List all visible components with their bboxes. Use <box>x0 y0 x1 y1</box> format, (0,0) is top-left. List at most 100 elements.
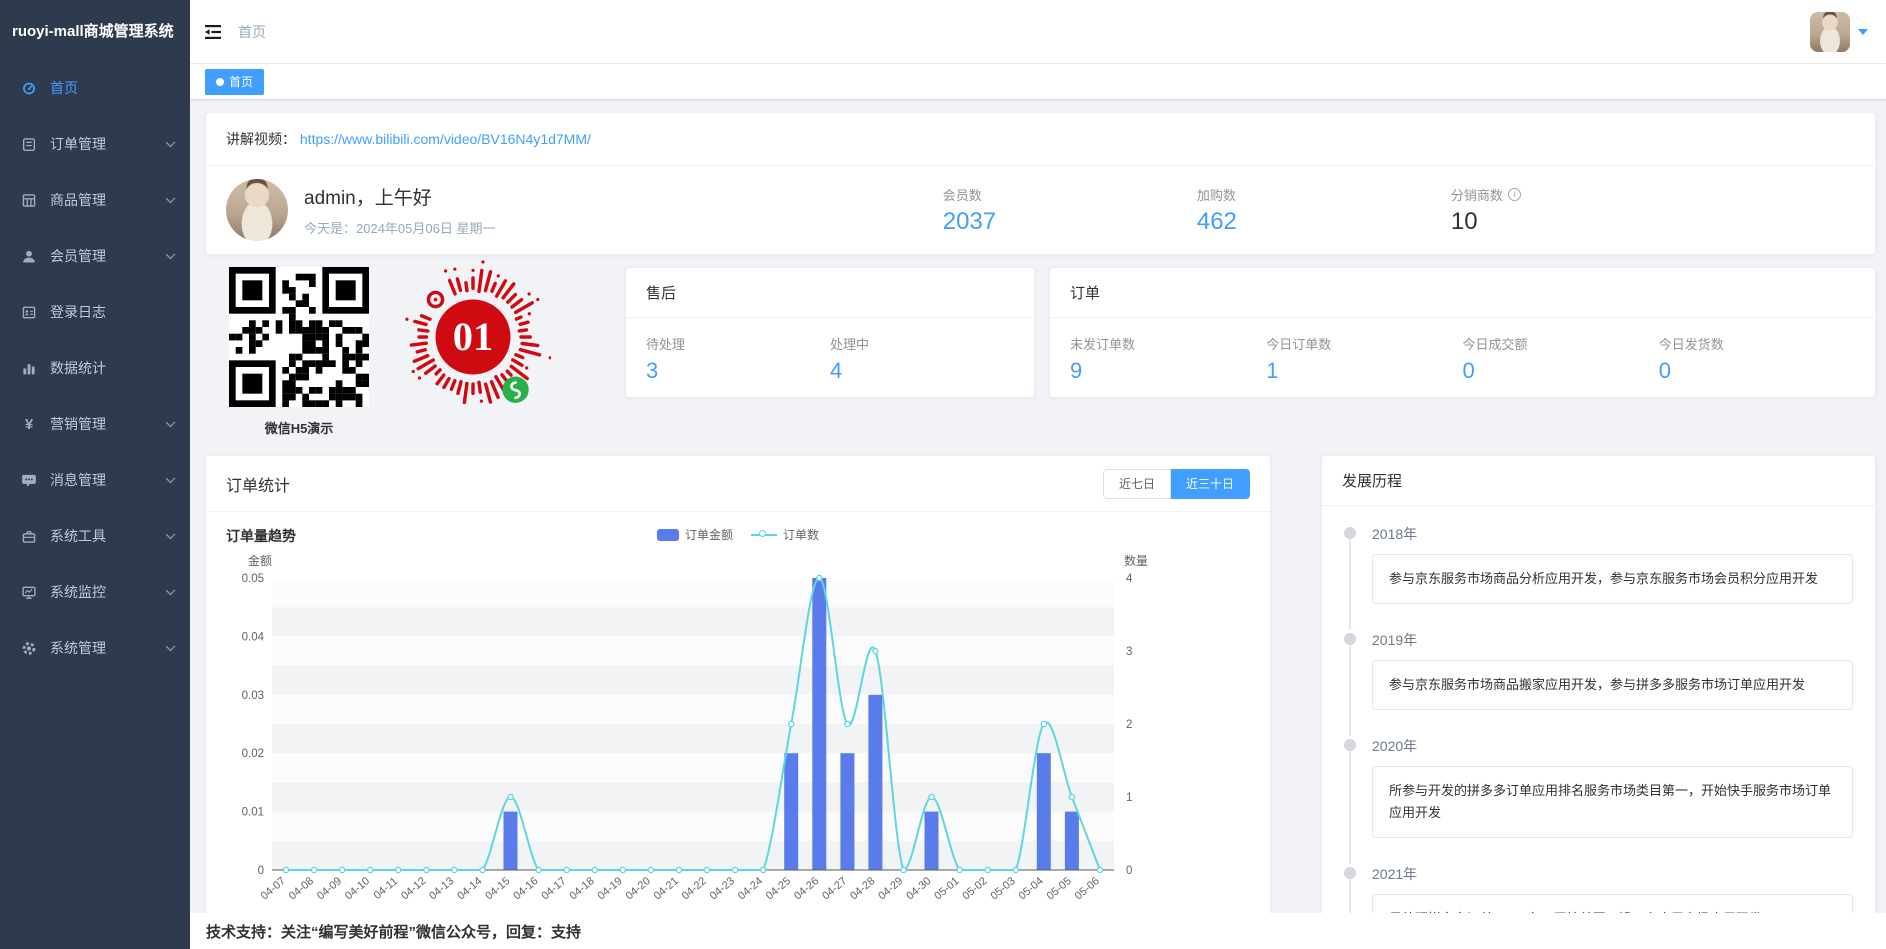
login-log-icon <box>20 304 38 320</box>
history-card: 发展历程 2018年参与京东服务市场商品分析应用开发，参与京东服务市场会员积分应… <box>1321 455 1876 913</box>
tab-home[interactable]: 首页 <box>205 69 264 95</box>
h5-qr-caption: 微信H5演示 <box>229 418 369 437</box>
bilibili-video-link[interactable]: https://www.bilibili.com/video/BV16N4y1d… <box>300 131 591 147</box>
sidebar-item-login-log[interactable]: 登录日志 <box>0 284 190 340</box>
sidebar-item-system-tools[interactable]: 系统工具 <box>0 508 190 564</box>
svg-text:2: 2 <box>1126 719 1132 731</box>
sidebar-item-marketing[interactable]: ¥营销管理 <box>0 396 190 452</box>
timeline-item-2018年: 2018年参与京东服务市场商品分析应用开发，参与京东服务市场会员积分应用开发 <box>1344 524 1853 604</box>
svg-text:4: 4 <box>1126 573 1133 585</box>
svg-text:04-10: 04-10 <box>343 875 372 902</box>
svg-text:04-11: 04-11 <box>372 875 401 902</box>
sidebar-item-label: 系统监控 <box>50 582 165 602</box>
dashboard-icon <box>20 80 38 96</box>
orders-title: 订单 <box>1050 268 1875 318</box>
sidebar-item-label: 订单管理 <box>50 134 165 154</box>
chevron-down-icon <box>165 645 176 652</box>
svg-text:04-18: 04-18 <box>567 875 596 902</box>
aftersale-title: 售后 <box>626 268 1034 318</box>
legend-item-line[interactable]: 订单数 <box>751 526 819 543</box>
timeline-text: 参与京东服务市场商品分析应用开发，参与京东服务市场会员积分应用开发 <box>1372 554 1853 604</box>
stats-row: 会员数2037加购数462分销商数i10 <box>943 185 1855 236</box>
svg-text:04-12: 04-12 <box>399 875 428 902</box>
member-icon <box>20 248 38 264</box>
svg-text:04-26: 04-26 <box>792 875 821 902</box>
metric-今日成交额: 今日成交额0 <box>1463 334 1659 384</box>
order-trend-chart: 金额数量00.010.020.030.040.050123404-0704-08… <box>226 552 1250 913</box>
sidebar-item-products[interactable]: 商品管理 <box>0 172 190 228</box>
svg-text:04-20: 04-20 <box>624 875 653 902</box>
tab-home-label: 首页 <box>229 73 253 90</box>
sidebar: ruoyi-mall商城管理系统 首页订单管理商品管理会员管理登录日志数据统计¥… <box>0 0 190 949</box>
svg-text:04-15: 04-15 <box>483 875 512 902</box>
row-qr-service: 微信H5演示 01 售后 待处理3处理中4 订单 未发订单数9今日订单数1今日成… <box>205 267 1876 437</box>
statistics-icon <box>20 360 38 376</box>
wechat-miniprogram-code: 01 <box>395 259 551 420</box>
chevron-down-icon <box>165 253 176 260</box>
chevron-down-icon <box>165 477 176 484</box>
legend-label: 订单数 <box>783 526 819 543</box>
sidebar-item-system[interactable]: 系统管理 <box>0 620 190 676</box>
tab-active-dot-icon <box>216 78 224 86</box>
range-button-近三十日[interactable]: 近三十日 <box>1171 469 1250 499</box>
svg-text:0: 0 <box>1126 865 1132 877</box>
sidebar-item-orders[interactable]: 订单管理 <box>0 116 190 172</box>
footer-text: 技术支持：关注“编写美好前程”微信公众号，回复：支持 <box>206 921 581 942</box>
sidebar-item-messages[interactable]: 消息管理 <box>0 452 190 508</box>
svg-text:04-22: 04-22 <box>680 875 709 902</box>
metric-label: 今日发货数 <box>1659 334 1855 353</box>
info-icon[interactable]: i <box>1508 188 1521 201</box>
sidebar-item-members[interactable]: 会员管理 <box>0 228 190 284</box>
history-timeline: 2018年参与京东服务市场商品分析应用开发，参与京东服务市场会员积分应用开发 20… <box>1322 506 1875 913</box>
app-logo: ruoyi-mall商城管理系统 <box>0 0 190 60</box>
orders-card: 订单 未发订单数9今日订单数1今日成交额0今日发货数0 <box>1049 267 1876 398</box>
user-row: admin，上午好 今天是：2024年05月06日 星期一 会员数2037加购数… <box>206 166 1875 254</box>
app-root: ruoyi-mall商城管理系统 首页订单管理商品管理会员管理登录日志数据统计¥… <box>0 0 1886 949</box>
svg-text:05-03: 05-03 <box>988 875 1017 902</box>
welcome-card: 讲解视频： https://www.bilibili.com/video/BV1… <box>205 112 1876 255</box>
sidebar-item-home[interactable]: 首页 <box>0 60 190 116</box>
notice-label: 讲解视频： <box>226 131 296 147</box>
svg-text:金额: 金额 <box>248 553 272 568</box>
range-button-近七日[interactable]: 近七日 <box>1103 469 1171 499</box>
metric-今日订单数: 今日订单数1 <box>1266 334 1462 384</box>
svg-text:04-16: 04-16 <box>511 875 540 902</box>
legend-item-bar[interactable]: 订单金额 <box>657 526 733 543</box>
svg-text:04-28: 04-28 <box>848 875 877 902</box>
svg-text:3: 3 <box>1126 646 1132 658</box>
svg-text:05-02: 05-02 <box>960 875 989 902</box>
stat-加购数: 加购数462 <box>1197 185 1451 236</box>
timeline-dot-icon <box>1344 633 1356 645</box>
user-avatar <box>226 179 288 241</box>
sidebar-item-monitoring[interactable]: 系统监控 <box>0 564 190 620</box>
metric-value: 0 <box>1463 358 1659 384</box>
svg-text:0.01: 0.01 <box>242 807 264 819</box>
timeline-item-2021年: 2021年日处理拼多多订单200万条，开始美团、饿了么应用市场应用开发 <box>1344 864 1853 913</box>
svg-text:04-30: 04-30 <box>904 875 933 902</box>
avatar[interactable] <box>1810 12 1850 52</box>
metric-value: 3 <box>646 358 830 384</box>
svg-text:04-09: 04-09 <box>315 875 344 902</box>
timeline-dot-icon <box>1344 527 1356 539</box>
timeline-text: 参与京东服务市场商品搬家应用开发，参与拼多多服务市场订单应用开发 <box>1372 660 1853 710</box>
sidebar-item-statistics[interactable]: 数据统计 <box>0 340 190 396</box>
timeline-year: 2019年 <box>1372 630 1853 650</box>
collapse-sidebar-icon[interactable] <box>205 24 222 40</box>
chevron-down-icon <box>165 589 176 596</box>
caret-down-icon[interactable] <box>1858 29 1868 35</box>
tags-view: 首页 <box>190 64 1886 100</box>
message-icon <box>20 472 38 488</box>
stat-label: 分销商数i <box>1451 185 1705 204</box>
system-icon <box>20 640 38 656</box>
sidebar-menu: 首页订单管理商品管理会员管理登录日志数据统计¥营销管理消息管理系统工具系统监控系… <box>0 60 190 676</box>
metric-label: 待处理 <box>646 334 830 353</box>
aftersale-body: 待处理3处理中4 <box>626 318 1034 400</box>
marketing-icon: ¥ <box>20 416 38 432</box>
svg-text:0.04: 0.04 <box>242 631 265 643</box>
sidebar-item-label: 消息管理 <box>50 470 165 490</box>
order-stats-header: 订单统计 近七日近三十日 <box>206 456 1270 512</box>
timeline-year: 2021年 <box>1372 864 1853 884</box>
timeline-year: 2020年 <box>1372 736 1853 756</box>
date-text: 今天是：2024年05月06日 星期一 <box>304 218 495 237</box>
qr-zone: 微信H5演示 01 <box>205 267 611 437</box>
